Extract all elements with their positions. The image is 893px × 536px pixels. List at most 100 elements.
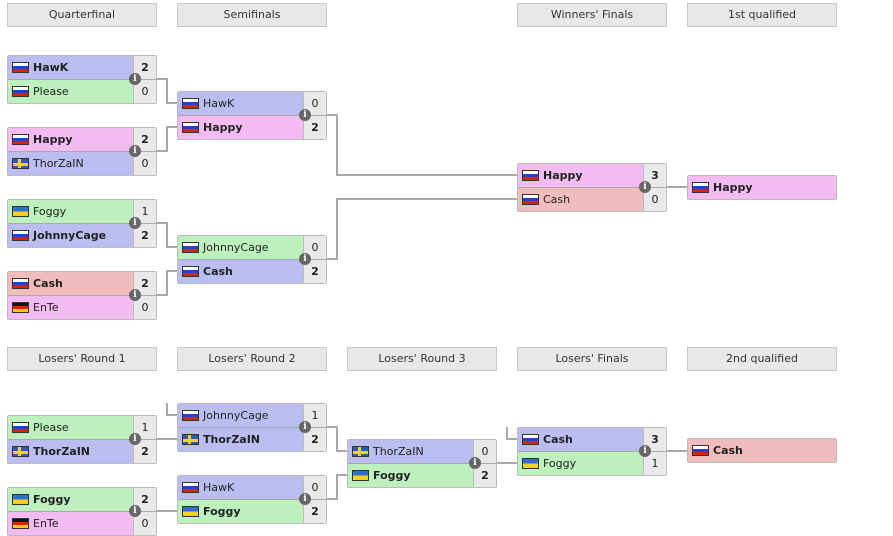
player-name: Cash	[543, 193, 571, 206]
info-icon[interactable]: i	[129, 505, 141, 517]
player: Cash	[688, 439, 836, 462]
flag-ru-icon	[12, 278, 29, 289]
player-row[interactable]: Happy	[688, 176, 836, 199]
info-icon[interactable]: i	[129, 145, 141, 157]
player-name: JohnnyCage	[203, 409, 269, 422]
flag-se-icon	[352, 446, 369, 457]
player-name: EnTe	[33, 301, 59, 314]
player: Please	[8, 80, 133, 103]
info-icon[interactable]: i	[129, 433, 141, 445]
player: Happy	[518, 164, 643, 187]
player-name: ThorZaIN	[203, 433, 261, 446]
flag-ru-icon	[522, 434, 539, 445]
player-name: HawK	[203, 97, 235, 110]
player-name: Cash	[543, 433, 573, 446]
info-icon[interactable]: i	[299, 253, 311, 265]
player-name: EnTe	[33, 517, 59, 530]
round-header: Losers' Round 2	[177, 347, 327, 371]
player-name: Foggy	[543, 457, 577, 470]
round-header: Losers' Round 3	[347, 347, 497, 371]
round-header: Losers' Round 1	[7, 347, 157, 371]
flag-de-icon	[12, 302, 29, 313]
player: JohnnyCage	[178, 404, 303, 427]
flag-de-icon	[12, 518, 29, 529]
flag-ua-icon	[182, 506, 199, 517]
player-name: Cash	[203, 265, 233, 278]
flag-ru-icon	[692, 445, 709, 456]
player-name: Cash	[713, 444, 743, 457]
flag-ru-icon	[522, 170, 539, 181]
player-name: Happy	[543, 169, 583, 182]
player: Cash	[518, 188, 643, 211]
flag-ua-icon	[12, 206, 29, 217]
player: ThorZaIN	[8, 440, 133, 463]
flag-ru-icon	[12, 62, 29, 73]
round-header: Semifinals	[177, 3, 327, 27]
flag-se-icon	[182, 434, 199, 445]
player: Cash	[178, 260, 303, 283]
info-icon[interactable]: i	[129, 73, 141, 85]
player-name: Please	[33, 85, 69, 98]
player: Foggy	[178, 500, 303, 523]
player: ThorZaIN	[348, 440, 473, 463]
info-icon[interactable]: i	[299, 493, 311, 505]
flag-ru-icon	[182, 410, 199, 421]
player-name: Foggy	[203, 505, 241, 518]
player: HawK	[178, 476, 303, 499]
info-icon[interactable]: i	[639, 181, 651, 193]
flag-se-icon	[12, 446, 29, 457]
flag-ua-icon	[352, 470, 369, 481]
player-name: Cash	[33, 277, 63, 290]
player: EnTe	[8, 512, 133, 535]
player-name: HawK	[203, 481, 235, 494]
player-name: Foggy	[373, 469, 411, 482]
round-header: Losers' Finals	[517, 347, 667, 371]
flag-ru-icon	[182, 266, 199, 277]
info-icon[interactable]: i	[129, 289, 141, 301]
info-icon[interactable]: i	[639, 445, 651, 457]
player-name: Happy	[33, 133, 73, 146]
player: JohnnyCage	[178, 236, 303, 259]
player: EnTe	[8, 296, 133, 319]
player: Foggy	[348, 464, 473, 487]
flag-ru-icon	[182, 242, 199, 253]
player: JohnnyCage	[8, 224, 133, 247]
info-icon[interactable]: i	[469, 457, 481, 469]
flag-ru-icon	[182, 482, 199, 493]
player-name: ThorZaIN	[33, 157, 84, 170]
flag-ru-icon	[12, 422, 29, 433]
flag-se-icon	[12, 158, 29, 169]
flag-ru-icon	[692, 182, 709, 193]
player: ThorZaIN	[8, 152, 133, 175]
player: HawK	[178, 92, 303, 115]
player-name: Foggy	[33, 205, 67, 218]
player-name: JohnnyCage	[203, 241, 269, 254]
round-header: Quarterfinal	[7, 3, 157, 27]
flag-ua-icon	[522, 458, 539, 469]
qualified-slot[interactable]: Happy	[687, 175, 837, 200]
round-header: 1st qualified	[687, 3, 837, 27]
info-icon[interactable]: i	[299, 109, 311, 121]
player: HawK	[8, 56, 133, 79]
flag-ru-icon	[12, 134, 29, 145]
flag-ru-icon	[522, 194, 539, 205]
flag-ru-icon	[12, 86, 29, 97]
qualified-slot[interactable]: Cash	[687, 438, 837, 463]
player: Please	[8, 416, 133, 439]
player-row[interactable]: Cash	[688, 439, 836, 462]
round-header: Winners' Finals	[517, 3, 667, 27]
flag-ru-icon	[12, 230, 29, 241]
flag-ru-icon	[182, 98, 199, 109]
flag-ru-icon	[182, 122, 199, 133]
player: Happy	[178, 116, 303, 139]
flag-ua-icon	[12, 494, 29, 505]
player-name: Happy	[713, 181, 753, 194]
player: Cash	[8, 272, 133, 295]
info-icon[interactable]: i	[129, 217, 141, 229]
player: Cash	[518, 428, 643, 451]
player-name: Happy	[203, 121, 243, 134]
player: Foggy	[8, 488, 133, 511]
player-name: HawK	[33, 61, 69, 74]
player: Happy	[688, 176, 836, 199]
info-icon[interactable]: i	[299, 421, 311, 433]
